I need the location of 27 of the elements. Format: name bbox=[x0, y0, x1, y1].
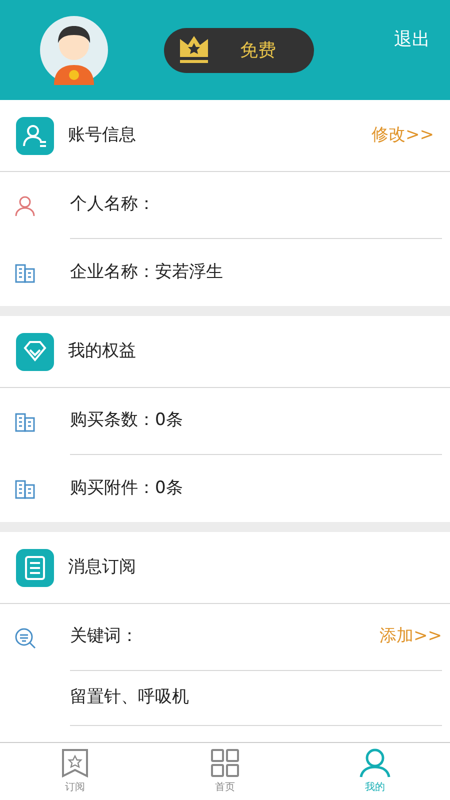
section-title: 我的权益 bbox=[68, 340, 136, 363]
search-icon bbox=[14, 626, 38, 648]
info-label: 购买条数：0条 bbox=[70, 409, 183, 432]
tab-item[interactable]: 首页 bbox=[150, 743, 300, 800]
add-link[interactable]: 添加>> bbox=[380, 624, 442, 650]
section-title: 消息订阅 bbox=[68, 556, 136, 579]
logout-link[interactable]: 退出 bbox=[394, 26, 430, 53]
building-icon bbox=[14, 262, 36, 284]
building-icon bbox=[14, 410, 36, 432]
bookmark-star-icon bbox=[60, 748, 90, 778]
account-icon bbox=[16, 116, 54, 154]
keyword-list: 留置针、呼吸机 bbox=[70, 685, 189, 711]
info-label: 个人名称： bbox=[70, 193, 155, 216]
section-title: 账号信息 bbox=[68, 124, 136, 147]
info-label: 企业名称：安若浮生 bbox=[70, 260, 223, 284]
tab-item[interactable]: 我的 bbox=[300, 743, 450, 800]
person-icon bbox=[359, 748, 391, 778]
crown-icon bbox=[178, 35, 210, 65]
edit-link[interactable]: 修改>> bbox=[372, 122, 434, 148]
building-icon bbox=[14, 478, 36, 500]
grid-icon bbox=[210, 748, 240, 778]
info-label: 购买附件：0条 bbox=[70, 476, 183, 500]
person-icon bbox=[14, 194, 36, 216]
document-icon bbox=[16, 548, 54, 586]
membership-label: 免费 bbox=[240, 38, 276, 62]
tab-item[interactable]: 订阅 bbox=[0, 743, 150, 800]
info-label: 关键词： bbox=[70, 625, 138, 648]
